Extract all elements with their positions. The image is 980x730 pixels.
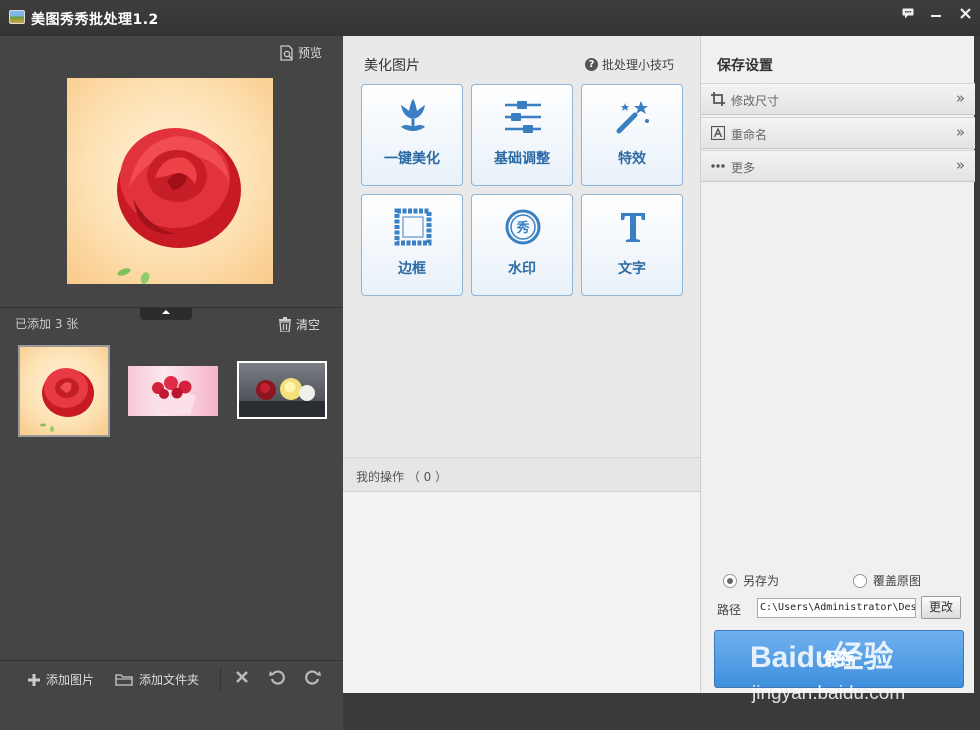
preview-icon: [280, 44, 293, 61]
tool-label: 特效: [618, 151, 646, 167]
text-t-icon: [621, 213, 645, 242]
image-thumbnail-1[interactable]: [18, 345, 110, 437]
tool-label: 一键美化: [384, 151, 440, 167]
section-label: 更多: [731, 161, 756, 175]
tool-one-click-beautify[interactable]: 一键美化: [361, 84, 463, 186]
section-label: 重命名: [731, 128, 768, 142]
my-operations-header: 我的操作 （ 0 ）: [343, 457, 700, 492]
batch-tips-label: 批处理小技巧: [602, 58, 675, 72]
path-label: 路径: [717, 603, 742, 617]
image-list-panel: 预览 已添加 3 张 清空 添加图片 添加文件夹: [0, 36, 343, 730]
change-path-button[interactable]: 更改: [921, 596, 961, 619]
double-chevron-right-icon: »: [955, 123, 965, 141]
section-rename[interactable]: 重命名 »: [701, 117, 975, 149]
tool-frame[interactable]: 边框: [361, 194, 463, 296]
save-as-label: 另存为: [743, 574, 780, 588]
crop-icon: [711, 92, 725, 106]
image-thumbnail-2[interactable]: [128, 366, 218, 416]
feedback-icon[interactable]: [898, 6, 918, 24]
trash-icon: [279, 317, 291, 332]
plus-icon: [28, 673, 40, 686]
section-more[interactable]: 更多 »: [701, 150, 975, 182]
save-as-radio[interactable]: [723, 573, 737, 588]
clear-label: 清空: [296, 318, 321, 332]
delete-icon[interactable]: [235, 669, 249, 688]
help-icon: ?: [585, 58, 598, 71]
app-icon: [9, 10, 25, 24]
add-image-label: 添加图片: [46, 673, 95, 687]
tool-label: 文字: [618, 261, 646, 277]
add-folder-button[interactable]: 添加文件夹: [115, 671, 199, 688]
save-settings-panel: 保存设置 修改尺寸 » 重命名 » 更多 » 另存为 覆盖原图 路径 C:\Us…: [700, 36, 975, 693]
overwrite-label: 覆盖原图: [873, 574, 922, 588]
baidu-watermark: Baidu经验: [750, 641, 894, 674]
preview-image: [67, 78, 273, 284]
close-button[interactable]: [955, 6, 975, 24]
frame-icon: [394, 208, 432, 246]
rename-a-icon: [711, 126, 725, 140]
save-as-option[interactable]: 另存为: [723, 572, 779, 589]
baidu-watermark-url: jingyan.baidu.com: [752, 683, 906, 704]
tool-label: 边框: [398, 261, 426, 277]
double-chevron-right-icon: »: [955, 156, 965, 174]
magic-wand-icon: [616, 101, 649, 134]
sliders-icon: [505, 101, 541, 133]
rotate-left-icon[interactable]: [269, 669, 286, 689]
overwrite-radio[interactable]: [853, 573, 867, 588]
title-bar: 美图秀秀批处理1.2: [0, 0, 980, 36]
collapse-preview-handle[interactable]: [140, 308, 192, 320]
folder-icon: [115, 674, 133, 686]
beautify-panel: 美化图片 ? 批处理小技巧 一键美化 基础调整 特效 边框 秀 水印 文字 我的…: [343, 36, 700, 693]
batch-tips-link[interactable]: ? 批处理小技巧: [585, 56, 674, 73]
preview-label: 预览: [298, 46, 323, 60]
svg-text:秀: 秀: [515, 220, 530, 236]
beautify-title: 美化图片: [364, 58, 420, 74]
chevron-up-icon: [162, 310, 170, 314]
overwrite-option[interactable]: 覆盖原图: [853, 572, 921, 589]
rotate-right-icon[interactable]: [304, 669, 321, 689]
clear-button[interactable]: 清空: [278, 316, 320, 333]
image-thumbnail-3[interactable]: [237, 361, 327, 419]
added-count: 已添加 3 张: [15, 317, 79, 331]
image-list-toolbar: 添加图片 添加文件夹: [0, 660, 343, 694]
more-dots-icon: [711, 164, 725, 168]
tool-watermark[interactable]: 秀 水印: [471, 194, 573, 296]
tulip-icon: [401, 99, 425, 131]
minimize-button[interactable]: [926, 6, 946, 24]
double-chevron-right-icon: »: [955, 89, 965, 107]
tool-effects[interactable]: 特效: [581, 84, 683, 186]
my-operations-label: 我的操作 （ 0 ）: [356, 470, 448, 484]
tool-basic-adjust[interactable]: 基础调整: [471, 84, 573, 186]
path-field[interactable]: C:\Users\Administrator\Des: [757, 598, 916, 618]
my-operations-list: [343, 492, 700, 693]
window-title: 美图秀秀批处理1.2: [31, 12, 159, 28]
add-folder-label: 添加文件夹: [139, 673, 200, 687]
tool-label: 基础调整: [494, 151, 550, 167]
tool-label: 水印: [508, 261, 536, 277]
tool-text[interactable]: 文字: [581, 194, 683, 296]
add-image-button[interactable]: 添加图片: [28, 671, 94, 688]
section-resize[interactable]: 修改尺寸 »: [701, 83, 975, 115]
watermark-seal-icon: 秀: [505, 209, 541, 245]
preview-button[interactable]: 预览: [280, 44, 322, 61]
section-label: 修改尺寸: [731, 94, 780, 108]
save-settings-title: 保存设置: [717, 58, 773, 74]
